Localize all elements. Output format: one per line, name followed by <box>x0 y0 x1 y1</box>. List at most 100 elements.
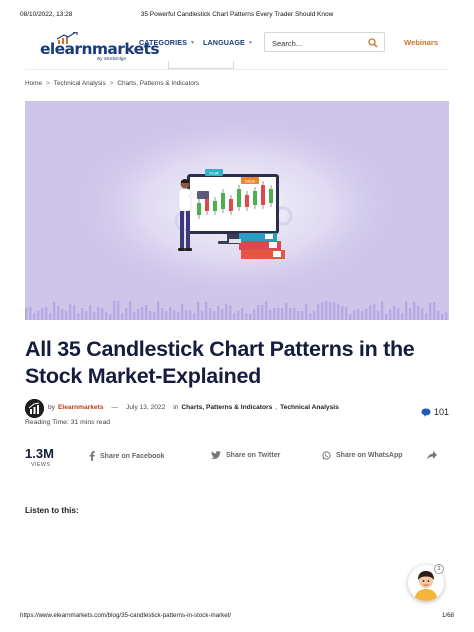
chat-notification-badge: 1 <box>434 564 444 574</box>
search-input[interactable] <box>272 34 364 53</box>
facebook-icon <box>89 451 95 461</box>
decorative-bar <box>337 304 340 320</box>
candle-body <box>197 203 201 215</box>
decorative-bar <box>397 308 400 320</box>
share-twitter-button[interactable]: Share on Twitter <box>211 451 280 459</box>
candle-body <box>261 185 265 205</box>
decorative-bar <box>129 301 132 320</box>
decorative-bar <box>301 311 304 320</box>
share-facebook-label: Share on Facebook <box>100 452 165 460</box>
decorative-bar <box>213 311 216 320</box>
decorative-bar <box>385 314 388 320</box>
decorative-bar <box>225 304 228 320</box>
comments-count[interactable]: 101 <box>421 407 449 417</box>
decorative-bar <box>141 307 144 320</box>
share-whatsapp-label: Share on WhatsApp <box>336 452 403 459</box>
byline-dash: — <box>111 404 119 411</box>
decorative-bar <box>405 301 408 320</box>
webinars-link[interactable]: Webinars <box>404 38 438 47</box>
in-label: in <box>173 404 179 411</box>
site-logo[interactable]: elearnmarkets By StockEdge <box>38 32 160 64</box>
views-count: 1.3M <box>25 446 54 461</box>
candle-body <box>205 197 209 211</box>
decorative-bar <box>197 302 200 320</box>
nav-categories-label: CATEGORIES <box>139 38 187 47</box>
decorative-bar <box>445 312 448 320</box>
decorative-bar <box>157 301 160 320</box>
decorative-bar <box>161 308 164 320</box>
candle-body <box>245 195 249 207</box>
decorative-bar <box>217 306 220 320</box>
decorative-bar <box>121 313 124 320</box>
share-more-icon[interactable] <box>427 451 437 460</box>
share-facebook-button[interactable]: Share on Facebook <box>89 451 165 461</box>
decorative-bar <box>241 308 244 320</box>
decorative-bar <box>61 309 64 320</box>
avatar-logo-icon <box>25 399 44 418</box>
hero-illustration: Profit Stock <box>25 101 449 320</box>
print-page-number: 1/68 <box>441 612 454 619</box>
decorative-bar <box>361 311 364 320</box>
article-title: All 35 Candlestick Chart Patterns in the… <box>25 337 415 388</box>
decorative-bar <box>369 305 372 320</box>
decorative-bar <box>149 311 152 320</box>
decorative-bar <box>57 306 60 320</box>
decorative-bar <box>209 308 212 320</box>
breadcrumb-charts-patterns[interactable]: Charts, Patterns & Indicators <box>117 80 199 87</box>
search-icon[interactable] <box>368 38 378 48</box>
decorative-bar <box>377 311 380 320</box>
author-avatar[interactable] <box>25 399 44 418</box>
byline: by Elearnmarkets — July 13, 2022 in Char… <box>48 404 339 411</box>
decorative-bar <box>281 308 284 320</box>
decorative-bar <box>321 302 324 320</box>
search-box <box>264 32 385 53</box>
decorative-bar <box>389 309 392 320</box>
decorative-bar <box>273 308 276 320</box>
decorative-bar <box>277 308 280 320</box>
author-link[interactable]: Elearnmarkets <box>58 404 103 411</box>
chevron-down-icon: ▼ <box>190 39 196 46</box>
decorative-bar <box>173 310 176 320</box>
decorative-bar <box>429 303 432 320</box>
decorative-bar <box>165 311 168 320</box>
decorative-bar <box>437 311 440 320</box>
header-divider <box>25 69 449 70</box>
whatsapp-icon <box>322 451 331 460</box>
chevron-down-icon: ▼ <box>247 39 253 46</box>
by-label: by <box>48 404 55 411</box>
decorative-bar <box>293 308 296 320</box>
decorative-bar <box>221 309 224 320</box>
decorative-bar <box>413 302 416 320</box>
nav-language[interactable]: LANGUAGE ▼ <box>203 38 253 47</box>
candle-body <box>221 193 225 209</box>
site-header: elearnmarkets By StockEdge CATEGORIES ▼ … <box>0 28 474 70</box>
candle-body <box>253 191 257 205</box>
publish-date: July 13, 2022 <box>126 404 166 411</box>
breadcrumb-home[interactable]: Home <box>25 80 42 87</box>
decorative-bar <box>29 307 32 320</box>
decorative-bar <box>185 310 188 320</box>
decorative-bar <box>393 306 396 320</box>
decorative-bar <box>205 302 208 320</box>
decorative-bar <box>69 304 72 320</box>
print-url: https://www.elearnmarkets.com/blog/35-ca… <box>20 612 232 619</box>
breadcrumb-technical-analysis[interactable]: Technical Analysis <box>54 80 106 87</box>
decorative-bar <box>201 311 204 320</box>
decorative-bar <box>189 310 192 320</box>
decorative-bar <box>365 309 368 320</box>
nav-categories[interactable]: CATEGORIES ▼ <box>139 38 195 47</box>
category-link-charts[interactable]: Charts, Patterns & Indicators <box>181 404 272 411</box>
hero-image: Profit Stock <box>25 101 449 320</box>
decorative-bar <box>33 313 36 320</box>
share-whatsapp-button[interactable]: Share on WhatsApp <box>322 451 403 460</box>
article-meta: by Elearnmarkets — July 13, 2022 in Char… <box>25 398 449 432</box>
decorative-bar <box>49 313 52 320</box>
decorative-bar <box>97 307 100 320</box>
category-link-technical-analysis[interactable]: Technical Analysis <box>280 404 339 411</box>
share-bar: 1.3M VIEWS Share on Facebook Share on Tw… <box>25 446 449 472</box>
candle-body <box>269 189 273 203</box>
decorative-bar <box>433 302 436 320</box>
comment-icon <box>421 408 431 417</box>
decorative-bar <box>249 314 252 320</box>
decorative-bar <box>229 305 232 320</box>
